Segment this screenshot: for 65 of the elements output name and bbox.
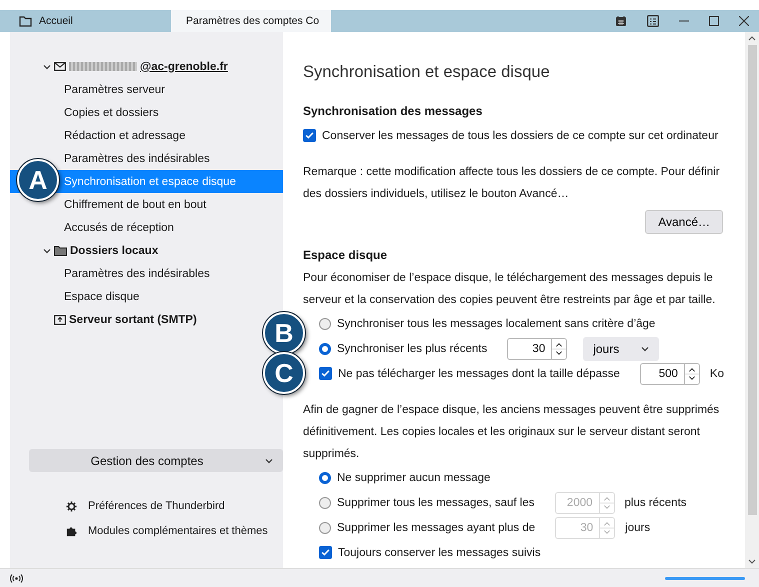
settings-tree-item[interactable]: Copies et dossiers [10, 101, 283, 124]
close-icon[interactable] [739, 16, 749, 26]
folder-icon [54, 246, 67, 256]
tab[interactable]: Paramètres des comptes Co [171, 10, 331, 32]
stepper-arrows[interactable] [551, 338, 568, 360]
description-text: Pour économiser de l’espace disque, le téléchargement des messages depuis le serveur et la conservation des copies peuvent être restreints par âge et par taille. [303, 271, 716, 308]
description-text: Afin de gagner de l’espace disque, les anciens messages peuvent être supprimés définitivement. Les copies locales et les originaux sur le serveur distant seront supprimés. [303, 403, 720, 462]
section-heading: Espace disque [303, 248, 388, 262]
account-actions-dropdown[interactable]: Gestion des comptes [29, 449, 283, 472]
settings-tree-item[interactable]: Paramètres serveur [10, 78, 283, 101]
radio-label[interactable]: Synchroniser tous les messages localement sans critère d’âge [337, 318, 656, 330]
gear-icon [66, 500, 77, 512]
unit-dropdown[interactable]: jours [583, 336, 660, 360]
advanced-button[interactable]: Avancé… [645, 210, 723, 234]
sidebar-link[interactable]: Modules complémentaires et thèmes [88, 525, 268, 537]
radio-label[interactable]: Supprimer tous les messages, sauf les [337, 496, 535, 508]
outbox-icon [54, 314, 66, 325]
chevron-icon [43, 248, 51, 254]
scrollbar[interactable] [745, 32, 759, 568]
chevron-icon [43, 64, 51, 70]
account-tree-item[interactable]: @ac-grenoble.fr [10, 55, 228, 78]
account-tree-item[interactable]: Dossiers locaux [10, 239, 158, 262]
radio-button[interactable] [319, 522, 331, 534]
callout-badge: B [263, 312, 305, 354]
scroll-down-icon[interactable] [748, 559, 756, 564]
settings-tree-item[interactable]: Accusés de réception [10, 216, 283, 239]
folder-icon [19, 16, 32, 26]
page-title: Synchronisation et espace disque [303, 63, 551, 82]
number-field[interactable]: 30 [507, 338, 552, 360]
stepper-arrows[interactable] [684, 362, 700, 384]
tasks-icon[interactable] [647, 15, 659, 27]
radio-label[interactable]: Supprimer les messages ayant plus de [337, 522, 536, 534]
unit-label: Ko [710, 368, 724, 380]
callout-badge: C [263, 352, 305, 394]
description-text: Remarque : cette modification affecte tous les dossiers de ce compte. Pour définir des dossiers individuels, utilisez le bouton Avancé… [303, 165, 721, 202]
number-field[interactable]: 500 [640, 362, 684, 384]
checkbox[interactable] [303, 129, 316, 142]
checkbox-label[interactable]: Toujours conserver les messages suivis [338, 546, 541, 558]
radio-button[interactable] [319, 342, 331, 354]
radio-button[interactable] [319, 472, 331, 484]
sidebar-link[interactable]: Préférences de Thunderbird [88, 500, 225, 512]
puzzle-icon [66, 526, 77, 536]
radio-button[interactable] [319, 496, 331, 508]
envelope-icon [54, 62, 66, 71]
scroll-up-icon[interactable] [748, 36, 756, 41]
tab[interactable]: Accueil [11, 10, 171, 32]
radio-button[interactable] [319, 318, 331, 330]
radio-label[interactable]: Synchroniser les plus récents [337, 342, 488, 354]
checkbox[interactable] [319, 546, 332, 559]
checkbox-label[interactable]: Conserver les messages de tous les dossiers de ce compte sur cet ordinateur [322, 130, 718, 142]
chevron-icon [641, 346, 650, 352]
chevron-icon [265, 458, 273, 464]
checkbox-label[interactable]: Ne pas télécharger les messages dont la taille dépasse [338, 368, 620, 380]
account-tree-item[interactable]: Serveur sortant (SMTP) [10, 308, 197, 331]
radio-label[interactable]: Ne supprimer aucun message [337, 472, 490, 484]
calendar-icon[interactable] [615, 15, 627, 27]
signal-icon[interactable] [10, 574, 23, 582]
settings-tree-item[interactable]: Rédaction et adressage [10, 124, 283, 147]
maximize-icon[interactable] [709, 16, 719, 26]
checkbox[interactable] [319, 367, 332, 380]
unit-label: plus récents [624, 496, 687, 508]
section-heading: Synchronisation des messages [303, 104, 484, 118]
unit-label: jours [625, 522, 650, 534]
settings-tree-item[interactable]: Paramètres des indésirables [10, 262, 283, 285]
settings-tree-item[interactable]: Espace disque [10, 285, 283, 308]
